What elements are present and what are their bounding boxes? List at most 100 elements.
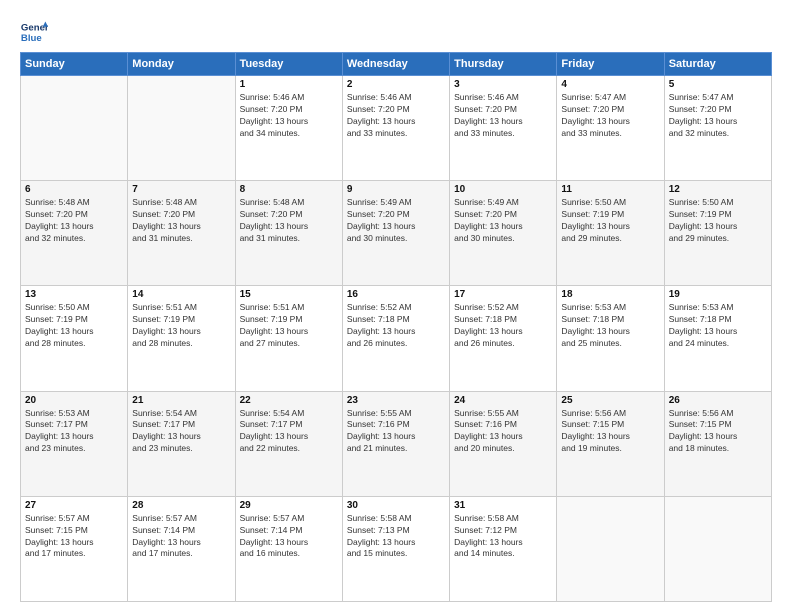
day-detail: Sunrise: 5:58 AM Sunset: 7:13 PM Dayligh… bbox=[347, 513, 445, 561]
day-detail: Sunrise: 5:57 AM Sunset: 7:14 PM Dayligh… bbox=[240, 513, 338, 561]
day-detail: Sunrise: 5:57 AM Sunset: 7:15 PM Dayligh… bbox=[25, 513, 123, 561]
calendar-cell: 19 Sunrise: 5:53 AM Sunset: 7:18 PM Dayli… bbox=[664, 286, 771, 391]
calendar-cell: 1 Sunrise: 5:46 AM Sunset: 7:20 PM Daylig… bbox=[235, 76, 342, 181]
calendar-cell: 30 Sunrise: 5:58 AM Sunset: 7:13 PM Dayli… bbox=[342, 496, 449, 601]
day-number: 4 bbox=[561, 79, 659, 90]
day-detail: Sunrise: 5:54 AM Sunset: 7:17 PM Dayligh… bbox=[240, 408, 338, 456]
day-number: 30 bbox=[347, 500, 445, 511]
day-number: 6 bbox=[25, 184, 123, 195]
day-detail: Sunrise: 5:50 AM Sunset: 7:19 PM Dayligh… bbox=[669, 197, 767, 245]
calendar-cell: 5 Sunrise: 5:47 AM Sunset: 7:20 PM Daylig… bbox=[664, 76, 771, 181]
day-number: 10 bbox=[454, 184, 552, 195]
calendar-cell: 11 Sunrise: 5:50 AM Sunset: 7:19 PM Dayli… bbox=[557, 181, 664, 286]
day-detail: Sunrise: 5:55 AM Sunset: 7:16 PM Dayligh… bbox=[347, 408, 445, 456]
day-detail: Sunrise: 5:48 AM Sunset: 7:20 PM Dayligh… bbox=[132, 197, 230, 245]
logo-icon: General Blue bbox=[20, 18, 48, 46]
day-number: 13 bbox=[25, 289, 123, 300]
logo: General Blue bbox=[20, 18, 48, 46]
calendar-cell bbox=[557, 496, 664, 601]
day-number: 26 bbox=[669, 395, 767, 406]
weekday-header-cell: Monday bbox=[128, 53, 235, 76]
day-number: 9 bbox=[347, 184, 445, 195]
day-number: 15 bbox=[240, 289, 338, 300]
calendar-cell bbox=[128, 76, 235, 181]
day-detail: Sunrise: 5:49 AM Sunset: 7:20 PM Dayligh… bbox=[347, 197, 445, 245]
day-number: 31 bbox=[454, 500, 552, 511]
day-number: 3 bbox=[454, 79, 552, 90]
day-detail: Sunrise: 5:47 AM Sunset: 7:20 PM Dayligh… bbox=[669, 92, 767, 140]
day-detail: Sunrise: 5:46 AM Sunset: 7:20 PM Dayligh… bbox=[454, 92, 552, 140]
day-number: 1 bbox=[240, 79, 338, 90]
day-detail: Sunrise: 5:55 AM Sunset: 7:16 PM Dayligh… bbox=[454, 408, 552, 456]
calendar-cell: 9 Sunrise: 5:49 AM Sunset: 7:20 PM Daylig… bbox=[342, 181, 449, 286]
day-number: 20 bbox=[25, 395, 123, 406]
calendar-body: 1 Sunrise: 5:46 AM Sunset: 7:20 PM Daylig… bbox=[21, 76, 772, 602]
day-detail: Sunrise: 5:56 AM Sunset: 7:15 PM Dayligh… bbox=[561, 408, 659, 456]
day-detail: Sunrise: 5:50 AM Sunset: 7:19 PM Dayligh… bbox=[561, 197, 659, 245]
day-number: 19 bbox=[669, 289, 767, 300]
day-number: 22 bbox=[240, 395, 338, 406]
calendar-cell: 13 Sunrise: 5:50 AM Sunset: 7:19 PM Dayli… bbox=[21, 286, 128, 391]
day-number: 24 bbox=[454, 395, 552, 406]
calendar-cell bbox=[21, 76, 128, 181]
day-number: 11 bbox=[561, 184, 659, 195]
calendar-cell: 12Sunrise: 5:50 AM Sunset: 7:19 PM Dayli… bbox=[664, 181, 771, 286]
calendar-cell: 6 Sunrise: 5:48 AM Sunset: 7:20 PM Daylig… bbox=[21, 181, 128, 286]
day-number: 2 bbox=[347, 79, 445, 90]
calendar-cell: 29 Sunrise: 5:57 AM Sunset: 7:14 PM Dayli… bbox=[235, 496, 342, 601]
calendar-cell: 15 Sunrise: 5:51 AM Sunset: 7:19 PM Dayli… bbox=[235, 286, 342, 391]
day-detail: Sunrise: 5:58 AM Sunset: 7:12 PM Dayligh… bbox=[454, 513, 552, 561]
day-detail: Sunrise: 5:51 AM Sunset: 7:19 PM Dayligh… bbox=[132, 302, 230, 350]
weekday-header-cell: Friday bbox=[557, 53, 664, 76]
calendar-cell: 25 Sunrise: 5:56 AM Sunset: 7:15 PM Dayli… bbox=[557, 391, 664, 496]
day-detail: Sunrise: 5:46 AM Sunset: 7:20 PM Dayligh… bbox=[347, 92, 445, 140]
calendar-cell: 2 Sunrise: 5:46 AM Sunset: 7:20 PM Daylig… bbox=[342, 76, 449, 181]
calendar-cell: 22 Sunrise: 5:54 AM Sunset: 7:17 PM Dayli… bbox=[235, 391, 342, 496]
day-number: 21 bbox=[132, 395, 230, 406]
day-detail: Sunrise: 5:50 AM Sunset: 7:19 PM Dayligh… bbox=[25, 302, 123, 350]
calendar-cell: 26 Sunrise: 5:56 AM Sunset: 7:15 PM Dayli… bbox=[664, 391, 771, 496]
day-detail: Sunrise: 5:54 AM Sunset: 7:17 PM Dayligh… bbox=[132, 408, 230, 456]
day-detail: Sunrise: 5:53 AM Sunset: 7:18 PM Dayligh… bbox=[669, 302, 767, 350]
day-detail: Sunrise: 5:51 AM Sunset: 7:19 PM Dayligh… bbox=[240, 302, 338, 350]
day-number: 27 bbox=[25, 500, 123, 511]
day-number: 8 bbox=[240, 184, 338, 195]
day-detail: Sunrise: 5:53 AM Sunset: 7:18 PM Dayligh… bbox=[561, 302, 659, 350]
calendar-cell: 24 Sunrise: 5:55 AM Sunset: 7:16 PM Dayli… bbox=[450, 391, 557, 496]
weekday-header-cell: Tuesday bbox=[235, 53, 342, 76]
calendar-cell: 14 Sunrise: 5:51 AM Sunset: 7:19 PM Dayli… bbox=[128, 286, 235, 391]
calendar-cell: 4 Sunrise: 5:47 AM Sunset: 7:20 PM Daylig… bbox=[557, 76, 664, 181]
day-number: 14 bbox=[132, 289, 230, 300]
weekday-header-cell: Wednesday bbox=[342, 53, 449, 76]
day-detail: Sunrise: 5:52 AM Sunset: 7:18 PM Dayligh… bbox=[454, 302, 552, 350]
day-number: 23 bbox=[347, 395, 445, 406]
day-number: 16 bbox=[347, 289, 445, 300]
calendar-cell: 16 Sunrise: 5:52 AM Sunset: 7:18 PM Dayli… bbox=[342, 286, 449, 391]
calendar-cell: 27 Sunrise: 5:57 AM Sunset: 7:15 PM Dayli… bbox=[21, 496, 128, 601]
day-number: 18 bbox=[561, 289, 659, 300]
calendar-cell: 23 Sunrise: 5:55 AM Sunset: 7:16 PM Dayli… bbox=[342, 391, 449, 496]
calendar-cell: 21 Sunrise: 5:54 AM Sunset: 7:17 PM Dayli… bbox=[128, 391, 235, 496]
calendar-header: SundayMondayTuesdayWednesdayThursdayFrid… bbox=[21, 53, 772, 76]
svg-text:General: General bbox=[21, 22, 48, 33]
day-detail: Sunrise: 5:49 AM Sunset: 7:20 PM Dayligh… bbox=[454, 197, 552, 245]
day-detail: Sunrise: 5:52 AM Sunset: 7:18 PM Dayligh… bbox=[347, 302, 445, 350]
weekday-header-cell: Thursday bbox=[450, 53, 557, 76]
weekday-header-cell: Saturday bbox=[664, 53, 771, 76]
calendar-cell: 17Sunrise: 5:52 AM Sunset: 7:18 PM Dayli… bbox=[450, 286, 557, 391]
day-number: 5 bbox=[669, 79, 767, 90]
calendar-cell: 31 Sunrise: 5:58 AM Sunset: 7:12 PM Dayli… bbox=[450, 496, 557, 601]
day-number: 25 bbox=[561, 395, 659, 406]
day-detail: Sunrise: 5:48 AM Sunset: 7:20 PM Dayligh… bbox=[25, 197, 123, 245]
day-number: 28 bbox=[132, 500, 230, 511]
day-number: 7 bbox=[132, 184, 230, 195]
svg-text:Blue: Blue bbox=[21, 33, 42, 44]
day-detail: Sunrise: 5:46 AM Sunset: 7:20 PM Dayligh… bbox=[240, 92, 338, 140]
day-detail: Sunrise: 5:56 AM Sunset: 7:15 PM Dayligh… bbox=[669, 408, 767, 456]
day-detail: Sunrise: 5:48 AM Sunset: 7:20 PM Dayligh… bbox=[240, 197, 338, 245]
day-detail: Sunrise: 5:47 AM Sunset: 7:20 PM Dayligh… bbox=[561, 92, 659, 140]
weekday-header-cell: Sunday bbox=[21, 53, 128, 76]
calendar-cell: 7 Sunrise: 5:48 AM Sunset: 7:20 PM Daylig… bbox=[128, 181, 235, 286]
calendar-cell: 10 Sunrise: 5:49 AM Sunset: 7:20 PM Dayli… bbox=[450, 181, 557, 286]
day-number: 29 bbox=[240, 500, 338, 511]
